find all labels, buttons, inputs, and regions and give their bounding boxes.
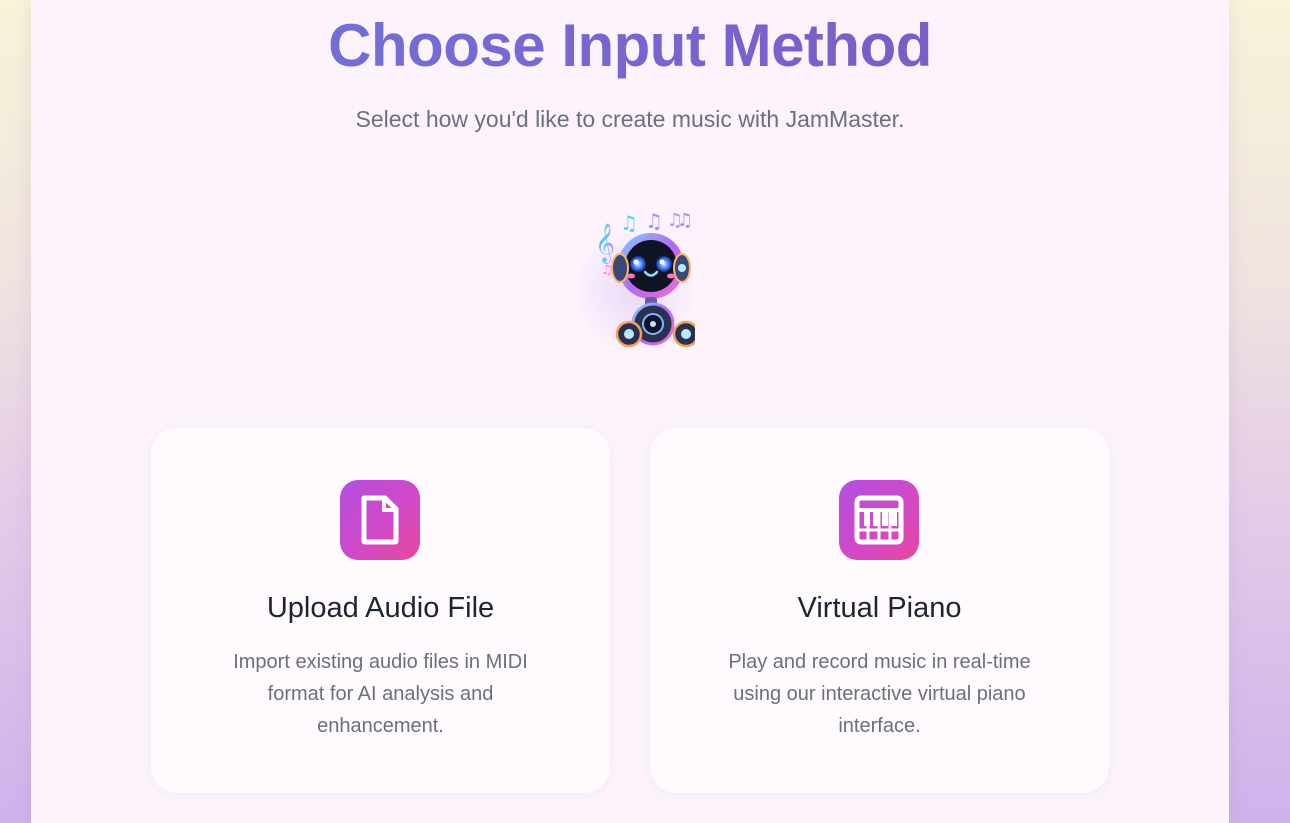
card-title: Upload Audio File — [266, 592, 495, 624]
page-subtitle: Select how you'd like to create music wi… — [355, 106, 905, 132]
page-title: Choose Input Method — [31, 10, 1229, 82]
main-panel: Choose Input Method Select how you'd lik… — [31, 0, 1229, 823]
piano-icon — [839, 480, 919, 560]
upload-audio-file-card[interactable]: Upload Audio File Import existing audio … — [151, 428, 610, 793]
file-icon — [340, 480, 420, 560]
card-description: Play and record music in real-time using… — [728, 651, 1031, 737]
svg-text:♫: ♫ — [645, 209, 663, 233]
card-title: Virtual Piano — [797, 592, 962, 624]
svg-text:𝄞: 𝄞 — [595, 223, 615, 264]
svg-text:♫: ♫ — [601, 263, 613, 278]
svg-text:♫: ♫ — [620, 211, 638, 235]
robot-dj-mascot-icon: 𝄞 ♫ ♫ ♫ ♫ ♫ — [565, 196, 695, 366]
virtual-piano-card[interactable]: Virtual Piano Play and record music in r… — [650, 428, 1109, 793]
svg-text:♫: ♫ — [677, 210, 693, 231]
card-description: Import existing audio files in MIDI form… — [233, 651, 528, 737]
